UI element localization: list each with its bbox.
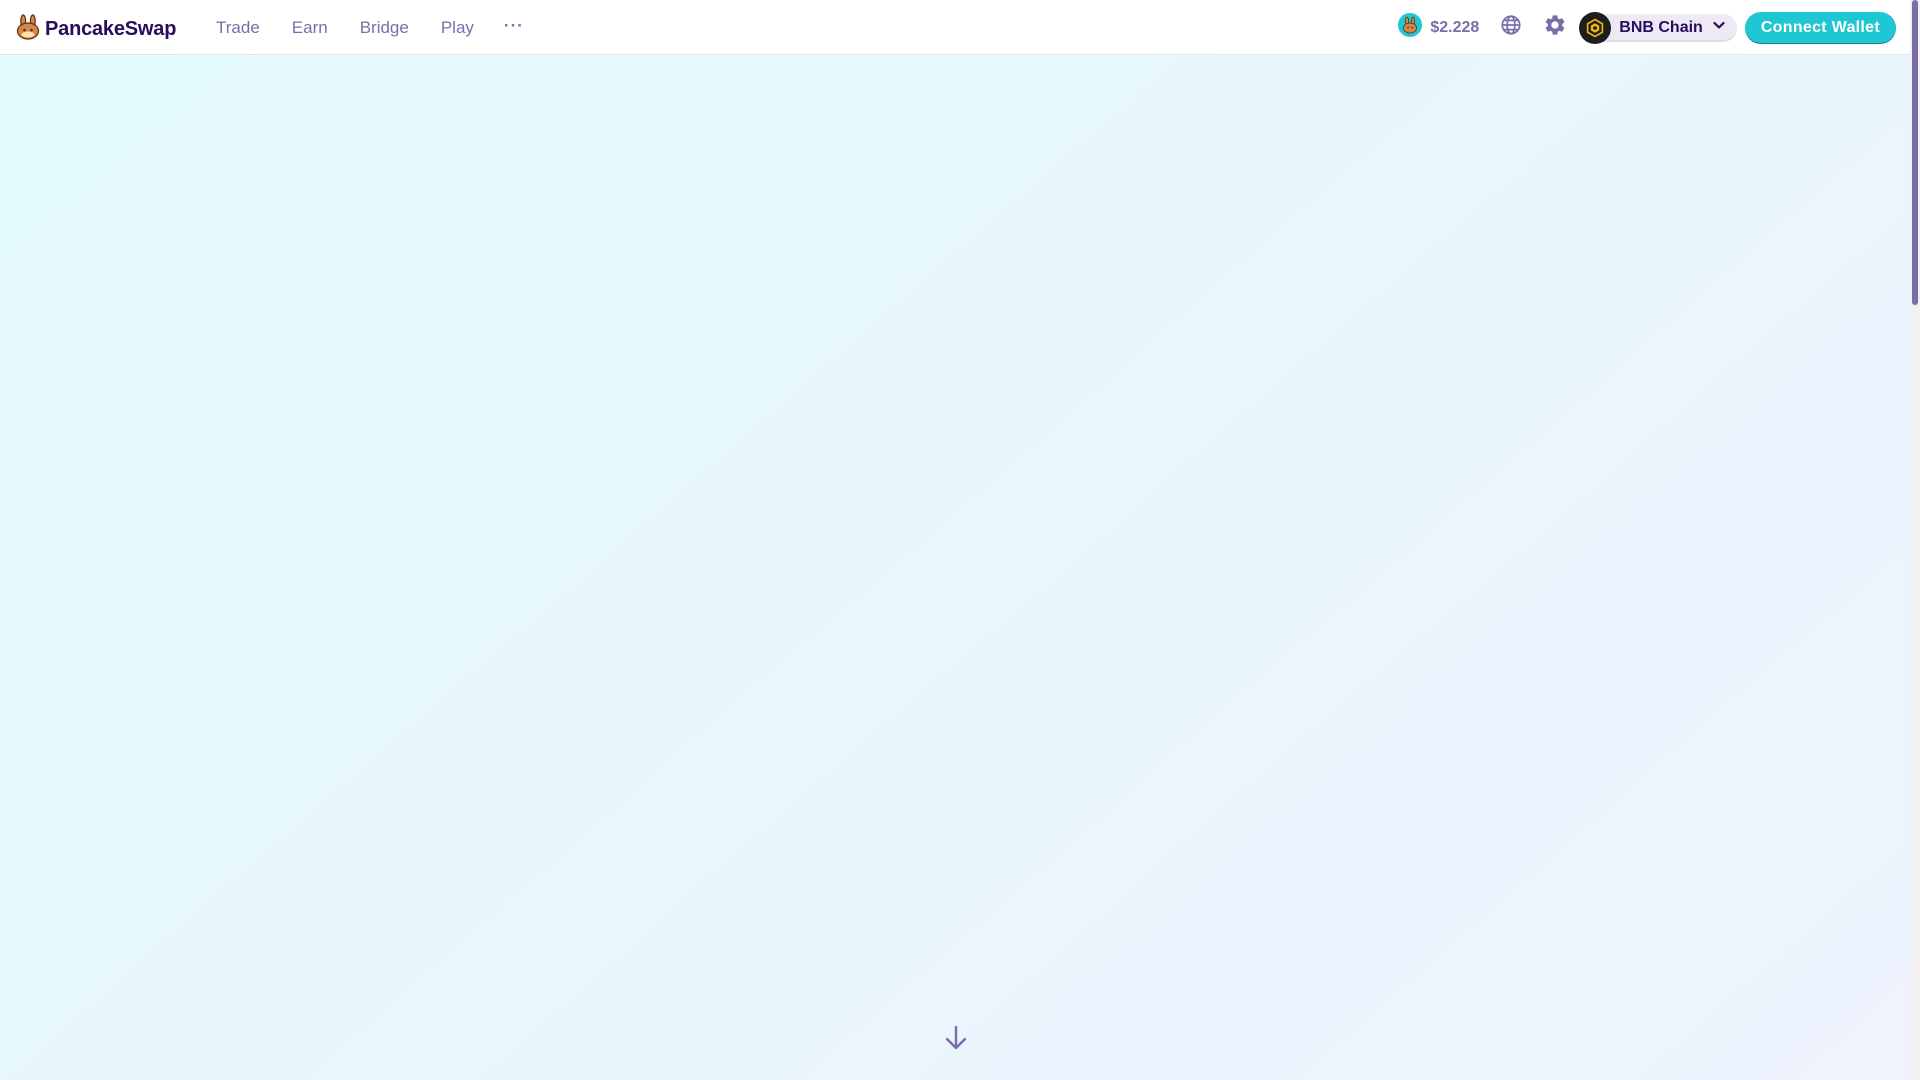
bnb-chain-icon	[1579, 11, 1612, 44]
nav-trade[interactable]: Trade	[216, 18, 260, 38]
top-navbar: PancakeSwap Trade Earn Bridge Play ··· $…	[0, 0, 1910, 55]
nav-earn[interactable]: Earn	[292, 18, 328, 38]
connect-wallet-button[interactable]: Connect Wallet	[1744, 11, 1896, 44]
brand-logo-link[interactable]: PancakeSwap	[15, 14, 176, 45]
scrollbar-thumb[interactable]	[1912, 0, 1918, 305]
gear-icon	[1543, 13, 1567, 42]
nav-play[interactable]: Play	[441, 18, 474, 38]
header-actions: $2.228 BNB Chain Connect Wallet	[1398, 0, 1896, 55]
chevron-down-icon	[1711, 17, 1727, 38]
cake-token-icon	[1398, 13, 1423, 42]
cake-price[interactable]: $2.228	[1398, 13, 1479, 42]
cake-price-value: $2.228	[1430, 18, 1480, 36]
brand-name: PancakeSwap	[45, 18, 177, 40]
network-selector[interactable]: BNB Chain	[1579, 11, 1737, 44]
more-menu-button[interactable]: ···	[504, 17, 524, 38]
page-scrollbar[interactable]	[1910, 0, 1920, 1080]
settings-button[interactable]	[1543, 13, 1567, 42]
nav-bridge[interactable]: Bridge	[360, 18, 409, 38]
scroll-down-button[interactable]	[944, 1025, 968, 1051]
globe-icon	[1500, 14, 1522, 41]
pancakeswap-bunny-icon	[15, 14, 41, 45]
arrow-down-icon	[944, 1025, 968, 1055]
language-button[interactable]	[1499, 14, 1523, 41]
main-menu: Trade Earn Bridge Play ···	[216, 0, 524, 55]
network-label: BNB Chain	[1619, 18, 1703, 36]
